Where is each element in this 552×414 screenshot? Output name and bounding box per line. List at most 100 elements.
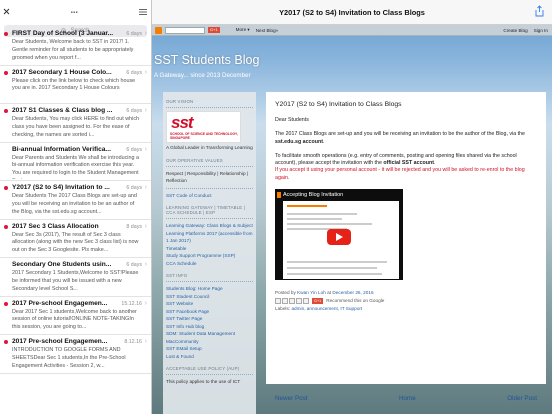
list-item-header: 2017 S1 Classes & Class blog ... 6 days (12, 107, 142, 116)
blog-post: Y2017 (S2 to S4) Invitation to Class Blo… (266, 92, 546, 384)
list-item[interactable]: Bi-annual Information Verifica... 6 days ›… (0, 143, 151, 181)
list-item[interactable]: FIRST Day of School (3 Januar... 6 days › D… (0, 27, 151, 66)
next-blog-link[interactable]: Next Blog» (256, 28, 278, 33)
older-post-link[interactable]: Older Post (507, 395, 537, 402)
list-item-title: Secondary One Students usin... (12, 261, 112, 268)
list-item[interactable]: 2017 S1 Classes & Class blog ... 6 days › D… (0, 104, 151, 143)
list-item-header: 2017 Sec 3 Class Allocation 8 days (12, 223, 142, 232)
list-item-excerpt: Please click on the link below to check … (12, 77, 136, 92)
info-link[interactable]: SST Student Council (166, 293, 253, 301)
embedded-video[interactable]: Accepting Blog Invitation (275, 189, 403, 281)
timestamp-link[interactable]: December 26, 2016 (332, 290, 373, 295)
divider (166, 218, 253, 219)
unread-dot-icon (4, 301, 8, 306)
info-link[interactable]: SST Info Hub blog (166, 323, 253, 331)
gateway-link[interactable]: Study Support Programme (SSP) (166, 252, 253, 260)
divider (166, 165, 253, 167)
newer-post-link[interactable]: Newer Post (275, 395, 308, 402)
info-link[interactable]: SST EMail Setup (166, 345, 253, 353)
list-item-header: 2017 Secondary 1 House Colo... 6 days (12, 69, 142, 78)
list-item-date: 15.12.16 (121, 300, 142, 307)
blog-description: A Gateway... since 2013 December (154, 72, 251, 79)
list-item[interactable]: Y2017 (S2 to S4) Invitation to ... 6 days… (0, 181, 151, 220)
gplus-button[interactable]: G+1 (208, 27, 220, 33)
list-item-excerpt: 2017 Secondary 1 Students,Welcome to SST… (12, 270, 139, 292)
post-greeting: Dear Students (275, 117, 309, 123)
article-window-title: Y2017 (S2 to S4) Invitation to Class Blo… (279, 7, 425, 17)
chevron-right-icon: › (144, 184, 147, 191)
list-item-date: 6 days (126, 262, 142, 268)
list-item-excerpt: Dear Sec 3s (2017), The result of Sec 3 … (12, 231, 139, 254)
twitter-share-icon[interactable] (289, 297, 295, 304)
gateway-header: LEARNING GATEWAY | TIMETABLE | CCA SCHED… (166, 205, 246, 215)
list-nav-bar: ••• (0, 0, 151, 25)
create-blog-link[interactable]: Create Blog (503, 28, 527, 33)
info-link[interactable]: Students Blog: Home Page (166, 285, 253, 293)
article-list-pane: ••• Search FIRST Day of School (3 Januar… (0, 0, 152, 414)
logo-wordmark: sst (171, 113, 194, 132)
list-item[interactable]: Secondary One Students usin... 6 days › 201… (0, 258, 151, 297)
list-item-title: 2017 Secondary 1 House Colo... (12, 68, 112, 76)
info-link[interactable]: MacCommunity (166, 338, 253, 346)
gateway-link[interactable]: CCA Schedule (166, 260, 253, 268)
email-share-icon[interactable] (275, 297, 281, 304)
video-channel-avatar (277, 192, 281, 199)
unread-dot-icon (4, 32, 8, 36)
info-link[interactable]: SST Twitter Page (166, 315, 253, 323)
list-item[interactable]: 2017 Secondary 1 House Colo... 6 days › Ple… (0, 66, 151, 104)
info-link[interactable]: SST Website (166, 300, 253, 308)
post-text: . (433, 160, 436, 167)
gateway-link[interactable]: Learning Gateway: Class Blogs & Subject … (166, 222, 253, 245)
list-item-date: 6 days (126, 31, 142, 37)
chevron-right-icon: › (144, 30, 147, 37)
post-warning-text: If you accept it using your personal acc… (275, 167, 525, 181)
gateway-link[interactable]: Timetable (166, 245, 253, 253)
divider (166, 374, 253, 375)
list-item-title: 2017 Pre-school Engagemen... (12, 338, 108, 345)
list-item[interactable]: 2017 Sec 3 Class Allocation 8 days › Dear S… (0, 220, 151, 258)
facebook-share-icon[interactable] (296, 297, 302, 304)
info-link[interactable]: Lost & Found (166, 353, 253, 361)
list-item-title: FIRST Day of School (3 Januar... (12, 30, 114, 37)
chevron-right-icon: › (144, 68, 147, 76)
list-item-date: 8 days (126, 223, 142, 230)
blog-this-icon[interactable] (282, 297, 288, 304)
list-item-date: 6 days (126, 69, 142, 76)
blogger-logo-icon[interactable] (155, 26, 162, 34)
video-title[interactable]: Accepting Blog Invitation (283, 192, 343, 198)
list-item-excerpt: Dear 2017 Sec 1 students,Welcome back to… (12, 308, 137, 331)
more-menu-button[interactable]: ••• (71, 10, 78, 16)
close-icon[interactable] (3, 8, 10, 17)
author-link[interactable]: Kwan Yin Loh (297, 290, 326, 295)
gplus-post-button[interactable]: G+1 (312, 297, 324, 304)
code-of-conduct-link[interactable]: SST Code of Conduct (166, 192, 253, 200)
post-title[interactable]: Y2017 (S2 to S4) Invitation to Class Blo… (275, 101, 537, 108)
blogger-search-box[interactable] (165, 26, 205, 34)
post-text: The 2017 Class Blogs are set-up and you … (275, 131, 525, 138)
info-link[interactable]: SDM: Student Data Management (166, 330, 253, 338)
values-header: OUR OPERATIVE VALUES (166, 157, 223, 163)
post-bold-text: official SST account (383, 160, 434, 167)
share-icon[interactable] (535, 5, 544, 19)
info-links: Students Blog: Home Page SST Student Coun… (166, 285, 253, 360)
post-byline: Posted by Kwan Yin Loh at December 26, 2… (275, 289, 537, 296)
list-item-excerpt: Dear Parents and Students We shall be in… (12, 154, 139, 179)
blog-title[interactable]: SST Students Blog (154, 53, 259, 67)
app-root: ••• Search FIRST Day of School (3 Januar… (0, 0, 552, 414)
post-bold-text: sst.edu.sg account (275, 138, 323, 145)
pinterest-share-icon[interactable] (303, 297, 309, 304)
labels-links[interactable]: admin, announcement, IT Support (291, 306, 362, 311)
info-link[interactable]: SST Facebook Page (166, 308, 253, 316)
aup-header: ACCEPTABLE USE POLICY (AUP) (166, 366, 240, 371)
list-item[interactable]: 2017 Pre-school Engagemen... 15.12.16 › Dea… (0, 297, 151, 335)
sign-in-link[interactable]: Sign In (534, 28, 548, 33)
home-link[interactable]: Home (399, 395, 416, 402)
hamburger-icon[interactable] (139, 8, 147, 17)
aup-text: This policy applies to the use of ICT (166, 379, 241, 384)
blog-sidebar: OUR VISION sst SCHOOL OF SCIENCE AND TEC… (163, 92, 256, 414)
more-menu[interactable]: More ▾ (236, 27, 250, 33)
post-paragraph-2: To facilitate smooth operations (e.g. en… (275, 153, 537, 182)
list-item[interactable]: 2017 Pre-school Engagemen... 8.12.16 › INTR… (0, 335, 151, 374)
list-item-excerpt: Dear Students, Welcome back to SST in 20… (12, 39, 134, 61)
play-icon[interactable] (327, 229, 351, 246)
